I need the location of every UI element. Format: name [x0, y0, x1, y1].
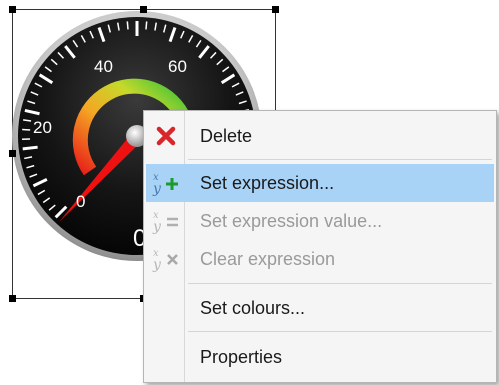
tick-label-60: 60 [168, 57, 187, 76]
clear-expression-icon: x y [152, 248, 178, 273]
gauge-minor-tick [145, 21, 148, 30]
menu-item-clear-expression[interactable]: x y Clear expression [146, 240, 494, 278]
menu-separator [188, 331, 492, 332]
resize-handle-top-right[interactable] [272, 6, 279, 13]
svg-text:y: y [152, 181, 162, 197]
menu-item-set-colours[interactable]: Set colours... [146, 289, 494, 327]
menu-item-set-expression-value[interactable]: x y Set expression value... [146, 202, 494, 240]
menu-label-delete: Delete [200, 125, 253, 146]
resize-handle-left[interactable] [9, 150, 16, 157]
tick-label-40: 40 [94, 57, 113, 76]
menu-label-clear-expression: Clear expression [200, 248, 336, 269]
menu-label-set-expression-value: Set expression value... [200, 210, 383, 231]
menu-item-set-expression[interactable]: x y Set expression... [146, 164, 494, 202]
menu-label-set-colours: Set colours... [200, 297, 306, 318]
menu-separator [188, 283, 492, 284]
svg-text:y: y [152, 257, 162, 273]
set-expression-value-icon: x y [152, 210, 178, 235]
svg-text:y: y [152, 219, 162, 235]
gauge-major-tick [22, 145, 38, 151]
context-menu: Delete x y Set expression... x y Set exp… [143, 110, 497, 383]
menu-label-properties: Properties [200, 346, 283, 367]
gauge-minor-tick [126, 21, 129, 30]
menu-item-properties[interactable]: Properties [146, 338, 494, 376]
set-expression-icon: x y [152, 172, 178, 197]
tick-label-20: 20 [33, 118, 52, 137]
resize-handle-top[interactable] [140, 6, 147, 13]
menu-label-set-expression: Set expression... [200, 172, 335, 193]
menu-item-delete[interactable]: Delete [146, 117, 494, 155]
resize-handle-bottom-left[interactable] [9, 295, 16, 302]
delete-x-icon [156, 126, 176, 146]
menu-separator [188, 159, 492, 160]
resize-handle-top-left[interactable] [9, 6, 16, 13]
tick-label-0: 0 [76, 192, 85, 211]
